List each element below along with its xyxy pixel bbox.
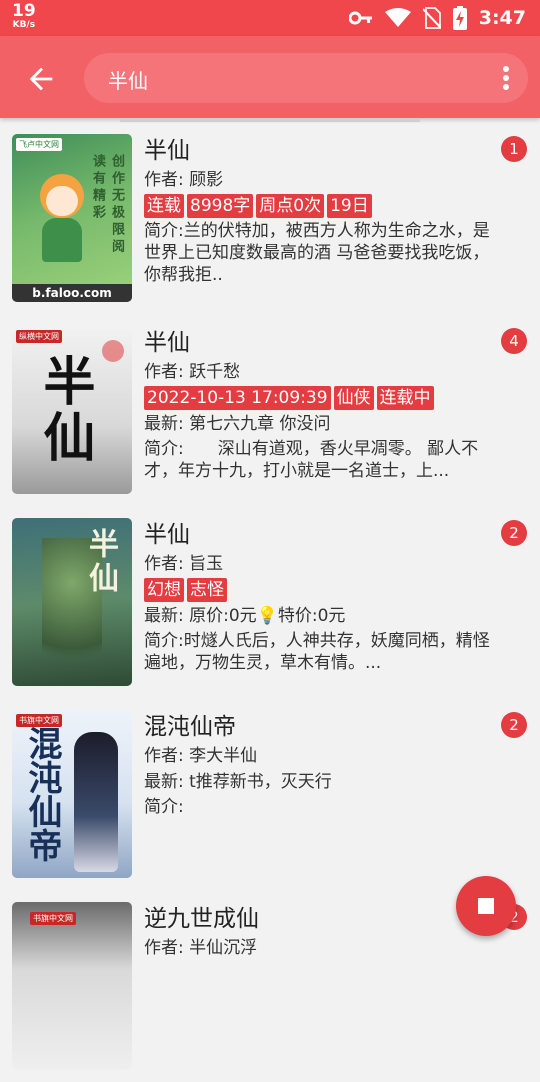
stop-icon xyxy=(478,898,494,914)
book-info: 混沌仙帝 作者: 李大半仙 最新: t推荐新书，灭天行 简介: xyxy=(144,712,494,818)
cover-brand: 书旗中文网 xyxy=(30,912,76,925)
book-item[interactable]: 飞卢中文网 创作无极限阅读有精彩 b.faloo.com 半仙 作者: 顾影 连… xyxy=(0,122,540,314)
cover-text: 创作无极限阅读有精彩 xyxy=(90,154,124,256)
book-tags: 幻想 志怪 xyxy=(144,578,494,602)
tag-update-time: 2022-10-13 17:09:39 xyxy=(144,386,331,410)
source-count-badge: 1 xyxy=(501,136,527,162)
cover-text: 半仙 xyxy=(83,528,118,596)
network-speed-unit: KB/s xyxy=(12,20,36,30)
book-info: 逆九世成仙 作者: 半仙沉浮 xyxy=(144,904,494,960)
cover-character xyxy=(32,174,92,264)
book-author: 作者: 跃千愁 xyxy=(144,362,241,382)
book-item[interactable]: 纵横中文网 半仙 半仙 作者: 跃千愁 2022-10-13 17:09:39 … xyxy=(0,314,540,506)
cover-text: 混沌仙帝 xyxy=(22,726,62,862)
tag-status: 连载中 xyxy=(376,386,434,410)
book-latest-chapter: 最新: t推荐新书，灭天行 xyxy=(144,772,332,792)
stop-search-button[interactable] xyxy=(456,876,516,936)
book-cover[interactable]: 纵横中文网 半仙 xyxy=(12,326,132,494)
cover-brand: 飞卢中文网 xyxy=(16,138,62,151)
status-bar: 19 KB/s 3:47 xyxy=(0,0,540,36)
book-author: 作者: 顾影 xyxy=(144,170,224,190)
tag-status: 连载 xyxy=(144,194,184,218)
source-count-badge: 2 xyxy=(501,520,527,546)
tag-genre: 仙侠 xyxy=(333,386,374,410)
book-cover[interactable]: 书旗中文网 混沌仙帝 xyxy=(12,710,132,878)
book-author: 作者: 旨玉 xyxy=(144,554,224,574)
book-title: 逆九世成仙 xyxy=(144,906,259,932)
source-count-badge: 4 xyxy=(501,328,527,354)
book-title: 半仙 xyxy=(144,330,190,356)
tag-word-count: 8998字 xyxy=(187,194,254,218)
app-bar: 半仙 xyxy=(0,36,540,118)
book-info: 半仙 作者: 跃千愁 2022-10-13 17:09:39 仙侠 连载中 最新… xyxy=(144,328,494,482)
tag-clicks: 周点0次 xyxy=(256,194,325,218)
book-intro: 简介:时燧人氏后，人神共存，妖魔同栖，精怪遍地，万物生灵，草木有情。... xyxy=(144,631,490,673)
tag-subgenre: 志怪 xyxy=(187,578,227,602)
network-speed-value: 19 xyxy=(12,1,36,21)
book-latest-chapter: 最新: 第七六九章 你没问 xyxy=(144,414,331,434)
tag-genre: 幻想 xyxy=(144,578,184,602)
book-latest-chapter: 最新: 原价:0元💡特价:0元 xyxy=(144,606,346,626)
book-cover[interactable]: 飞卢中文网 创作无极限阅读有精彩 b.faloo.com xyxy=(12,134,132,302)
clock: 3:47 xyxy=(478,7,526,29)
book-item[interactable]: 半仙 半仙 作者: 旨玉 幻想 志怪 最新: 原价:0元💡特价:0元 简介:时燧… xyxy=(0,506,540,698)
source-count-badge: 2 xyxy=(501,712,527,738)
book-author: 作者: 半仙沉浮 xyxy=(144,938,258,958)
book-title: 混沌仙帝 xyxy=(144,714,236,740)
search-input[interactable]: 半仙 xyxy=(84,53,528,103)
book-item[interactable]: 书旗中文网 混沌仙帝 混沌仙帝 作者: 李大半仙 最新: t推荐新书，灭天行 简… xyxy=(0,698,540,890)
arrow-back-icon[interactable] xyxy=(24,62,58,96)
book-tags: 连载 8998字 周点0次 19日 xyxy=(144,194,494,218)
tag-date: 19日 xyxy=(327,194,372,218)
book-intro: 简介: xyxy=(144,797,184,817)
network-speed: 19 KB/s xyxy=(12,3,36,30)
book-author: 作者: 李大半仙 xyxy=(144,746,258,766)
no-sim-icon xyxy=(422,7,441,29)
cover-url: b.faloo.com xyxy=(12,284,132,302)
search-query[interactable]: 半仙 xyxy=(108,65,148,94)
book-title: 半仙 xyxy=(144,522,190,548)
book-info: 半仙 作者: 顾影 连载 8998字 周点0次 19日 简介:兰的伏特加，被西方… xyxy=(144,136,494,286)
book-intro: 简介: 深山有道观，香火早凋零。 鄙人不才，年方十九，打小就是一名道士，上... xyxy=(144,439,479,481)
battery-charging-icon xyxy=(452,6,467,30)
more-vertical-icon[interactable] xyxy=(496,64,516,92)
cover-text: 半仙 xyxy=(34,354,95,466)
book-cover[interactable]: 半仙 xyxy=(12,518,132,686)
cover-blossom xyxy=(102,340,124,362)
book-cover[interactable]: 书旗中文网 xyxy=(12,902,132,1070)
wifi-icon xyxy=(384,8,411,27)
cover-character xyxy=(74,732,118,872)
search-results-list[interactable]: 飞卢中文网 创作无极限阅读有精彩 b.faloo.com 半仙 作者: 顾影 连… xyxy=(0,122,540,1082)
book-tags: 2022-10-13 17:09:39 仙侠 连载中 xyxy=(144,386,494,410)
book-title: 半仙 xyxy=(144,138,190,164)
key-icon xyxy=(348,11,372,25)
book-intro: 简介:兰的伏特加，被西方人称为生命之水，是世界上已知度数最高的酒 马爸爸要找我吃… xyxy=(144,221,490,285)
book-info: 半仙 作者: 旨玉 幻想 志怪 最新: 原价:0元💡特价:0元 简介:时燧人氏后… xyxy=(144,520,494,674)
cover-brand: 纵横中文网 xyxy=(16,330,62,343)
